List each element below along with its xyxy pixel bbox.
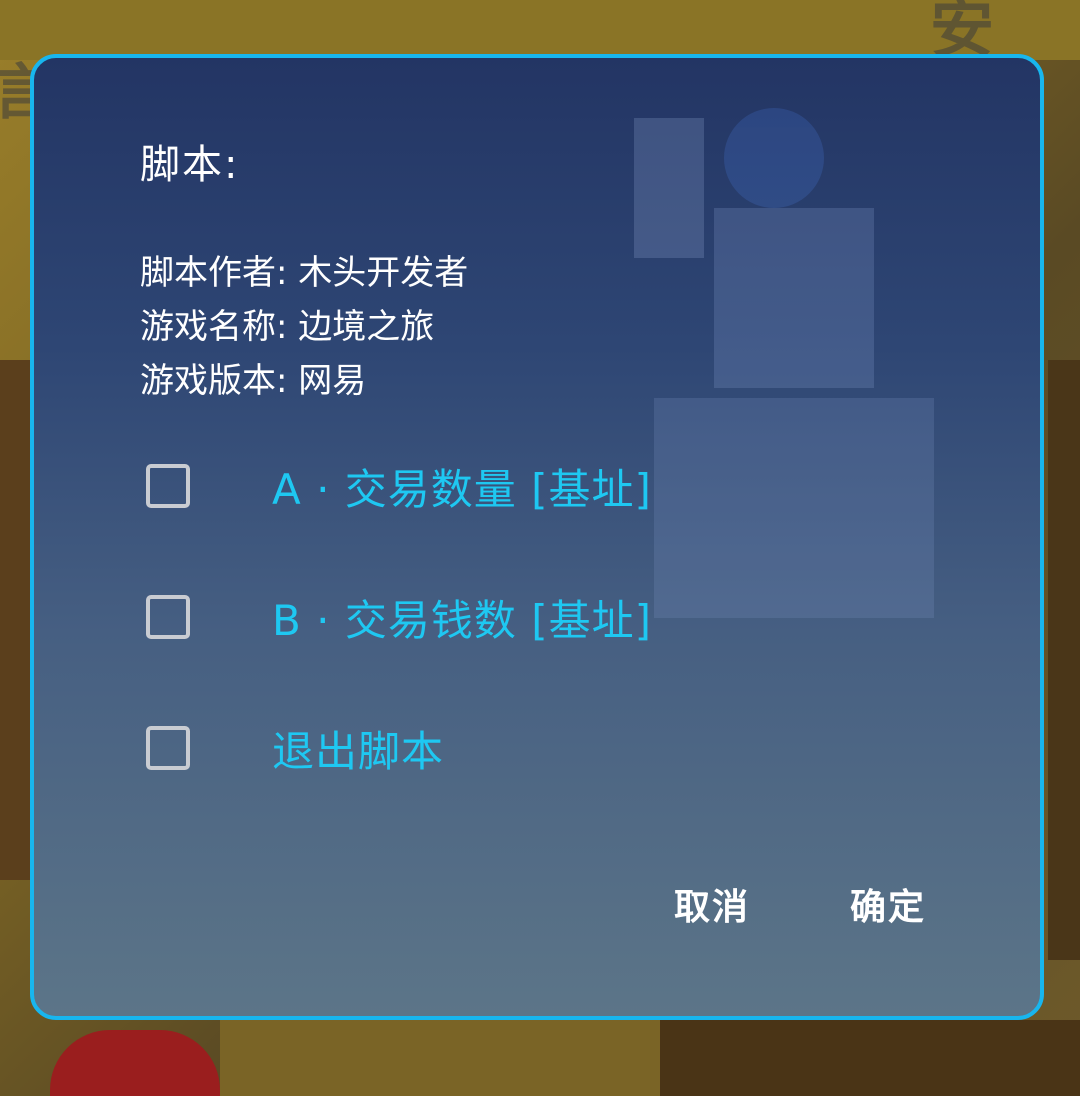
- checkbox-trade-quantity[interactable]: [146, 464, 190, 508]
- option-trade-quantity-label[interactable]: A · 交易数量 [基址]: [272, 456, 652, 517]
- cancel-button[interactable]: 取消: [674, 878, 750, 930]
- script-info: 脚本作者: 木头开发者 游戏名称: 边境之旅 游戏版本: 网易: [140, 246, 468, 408]
- script-author: 脚本作者: 木头开发者: [140, 253, 469, 293]
- background-block: [0, 0, 1080, 60]
- background-red-figure: [50, 1030, 220, 1096]
- game-version: 游戏版本: 网易: [140, 361, 367, 401]
- option-exit-script[interactable]: 退出脚本: [146, 718, 443, 778]
- dialog-background-art: [634, 108, 934, 618]
- option-trade-money-label[interactable]: B · 交易钱数 [基址]: [272, 587, 652, 648]
- checkbox-exit-script[interactable]: [146, 726, 190, 770]
- checkbox-trade-money[interactable]: [146, 595, 190, 639]
- script-dialog: 脚本: 脚本作者: 木头开发者 游戏名称: 边境之旅 游戏版本: 网易 A · …: [30, 54, 1044, 1020]
- game-name: 游戏名称: 边境之旅: [140, 307, 435, 347]
- option-exit-script-label[interactable]: 退出脚本: [272, 718, 444, 779]
- background-block: [660, 1020, 1080, 1096]
- confirm-button[interactable]: 确定: [850, 878, 926, 930]
- dialog-title: 脚本:: [140, 142, 240, 188]
- option-trade-money[interactable]: B · 交易钱数 [基址]: [146, 587, 651, 647]
- option-trade-quantity[interactable]: A · 交易数量 [基址]: [146, 456, 651, 516]
- background-block: [1048, 360, 1080, 960]
- background-block: [220, 1020, 660, 1096]
